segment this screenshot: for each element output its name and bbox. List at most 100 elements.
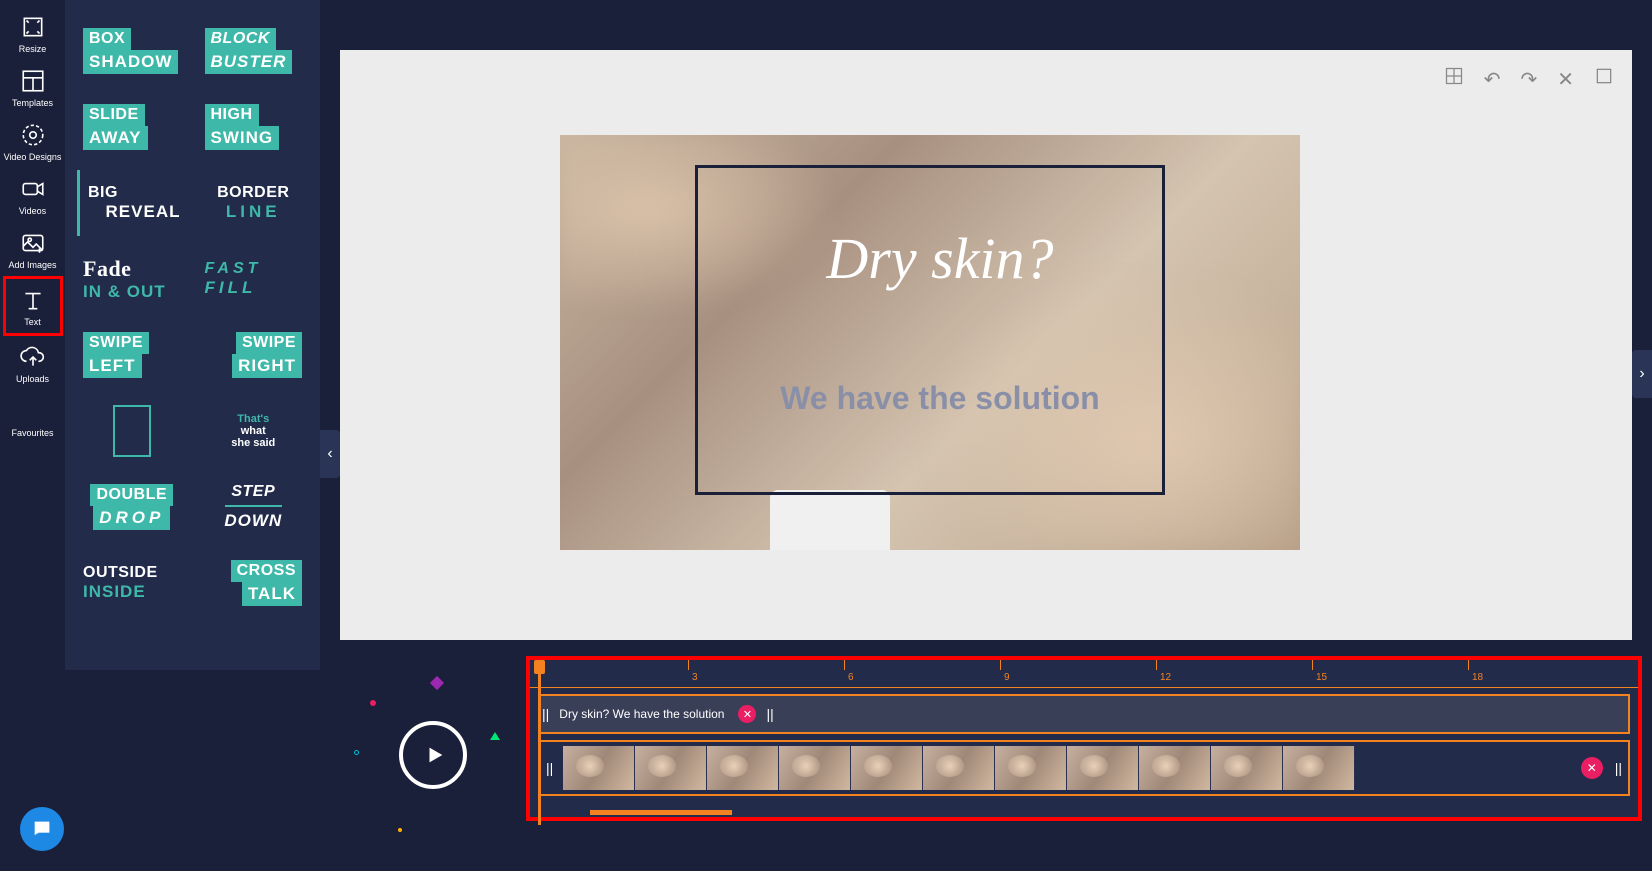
tpl-line: SLIDE — [83, 104, 145, 126]
template-box-shadow[interactable]: BOXSHADOW — [77, 18, 187, 84]
template-step-down[interactable]: STEP DOWN — [199, 474, 309, 540]
tpl-line: That's — [237, 413, 269, 425]
template-block-buster[interactable]: BLOCKBUSTER — [199, 18, 309, 84]
tpl-line: FAST — [205, 260, 303, 278]
tpl-line: BOX — [83, 28, 131, 50]
nav-label: Text — [24, 317, 41, 327]
nav-label: Templates — [12, 98, 53, 108]
videos-icon — [20, 176, 46, 202]
heart-icon — [20, 398, 46, 424]
nav-add-images[interactable]: Add Images — [3, 222, 63, 276]
chat-button[interactable] — [20, 807, 64, 851]
template-swipe-right[interactable]: SWIPERIGHT — [199, 322, 309, 388]
tpl-line: DOUBLE — [90, 484, 173, 506]
template-fast-fill[interactable]: FASTFILL — [199, 246, 309, 312]
video-thumbnail — [635, 746, 707, 790]
tpl-line: LINE — [205, 202, 303, 222]
tpl-line: BORDER — [205, 184, 303, 202]
video-thumbnail — [995, 746, 1067, 790]
text-icon — [20, 287, 46, 313]
tick-label: 3 — [692, 672, 698, 683]
timeline-video-track[interactable]: || ✕ || — [538, 740, 1630, 796]
tpl-line: Fade — [83, 256, 181, 282]
video-thumbnail — [1283, 746, 1355, 790]
template-swipe-left[interactable]: SWIPELEFT — [77, 322, 187, 388]
grid-icon[interactable] — [1444, 66, 1464, 92]
chat-icon — [31, 818, 53, 840]
nav-templates[interactable]: Templates — [3, 60, 63, 114]
template-high-swing[interactable]: HIGHSWING — [199, 94, 309, 160]
tpl-line: BUSTER — [205, 50, 293, 74]
template-fade-in-out[interactable]: FadeIN & OUT — [77, 246, 187, 312]
timeline-ruler[interactable]: 3 6 9 12 15 18 — [530, 660, 1638, 688]
template-slide-away[interactable]: SLIDEAWAY — [77, 94, 187, 160]
template-rect[interactable] — [77, 398, 187, 464]
nav-rail: Resize Templates Video Designs Videos Ad… — [0, 0, 65, 871]
video-subtitle-text[interactable]: We have the solution — [690, 380, 1190, 417]
confetti-icon — [370, 700, 376, 706]
right-expand-handle[interactable]: › — [1632, 350, 1652, 398]
confetti-icon — [354, 750, 359, 755]
delete-text-clip-button[interactable]: ✕ — [738, 705, 756, 723]
video-title-text[interactable]: Dry skin? — [720, 225, 1160, 292]
delete-video-clip-button[interactable]: ✕ — [1581, 757, 1603, 779]
tpl-line: SWIPE — [83, 332, 149, 354]
resize-icon — [20, 14, 46, 40]
clip-handle-left[interactable]: || — [544, 760, 555, 776]
timeline-progress — [590, 810, 732, 815]
nav-uploads[interactable]: Uploads — [3, 336, 63, 390]
timeline-playhead[interactable] — [538, 660, 541, 825]
tpl-line: SWIPE — [236, 332, 302, 354]
text-clip-label: Dry skin? We have the solution — [559, 707, 724, 721]
clip-handle-right[interactable]: || — [764, 706, 775, 722]
template-double-drop[interactable]: DOUBLEDROP — [77, 474, 187, 540]
play-button[interactable] — [399, 721, 467, 789]
nav-video-designs[interactable]: Video Designs — [3, 114, 63, 168]
video-thumbnail — [1211, 746, 1283, 790]
confetti-icon — [430, 676, 444, 690]
nav-text[interactable]: Text — [3, 276, 63, 336]
tpl-line: HIGH — [205, 104, 259, 126]
canvas-controls: ↶ ↷ ✕ — [1444, 66, 1614, 92]
video-thumbnail — [707, 746, 779, 790]
tpl-line: CROSS — [231, 560, 302, 582]
undo-icon[interactable]: ↶ — [1484, 67, 1501, 92]
close-icon[interactable]: ✕ — [1557, 67, 1574, 92]
timeline-text-track[interactable]: || Dry skin? We have the solution ✕ || — [538, 694, 1630, 734]
video-thumbnail — [563, 746, 635, 790]
video-thumbnail — [779, 746, 851, 790]
tpl-line: SHADOW — [83, 50, 178, 74]
video-preview[interactable]: Dry skin? We have the solution — [560, 135, 1300, 550]
tpl-line: DOWN — [205, 511, 303, 531]
tpl-line: STEP — [205, 483, 303, 501]
template-grid: BOXSHADOW BLOCKBUSTER SLIDEAWAY HIGHSWIN… — [77, 18, 308, 616]
text-templates-panel: BOXSHADOW BLOCKBUSTER SLIDEAWAY HIGHSWIN… — [65, 0, 320, 670]
uploads-icon — [20, 344, 46, 370]
clip-handle-right[interactable]: || — [1613, 760, 1624, 776]
tpl-line: SWING — [205, 126, 280, 150]
tick-label: 18 — [1472, 672, 1483, 683]
panel-collapse-handle[interactable]: ‹ — [320, 430, 340, 478]
text-overlay-box[interactable] — [695, 165, 1165, 495]
redo-icon[interactable]: ↷ — [1520, 67, 1537, 92]
template-outside-inside[interactable]: OUTSIDEINSIDE — [77, 550, 187, 616]
timeline: 3 6 9 12 15 18 || Dry skin? We have the … — [526, 656, 1642, 821]
template-cross-talk[interactable]: CROSSTALK — [199, 550, 309, 616]
template-big-reveal[interactable]: BIGREVEAL — [77, 170, 187, 236]
video-thumbnail — [923, 746, 995, 790]
nav-videos[interactable]: Videos — [3, 168, 63, 222]
tpl-line: IN & OUT — [83, 282, 181, 302]
templates-icon — [20, 68, 46, 94]
nav-resize[interactable]: Resize — [3, 6, 63, 60]
clip-handle-left[interactable]: || — [540, 706, 551, 722]
tpl-line: FILL — [205, 278, 303, 298]
template-border-line[interactable]: BORDERLINE — [199, 170, 309, 236]
play-zone — [340, 670, 526, 840]
fullscreen-icon[interactable] — [1594, 66, 1614, 92]
tpl-line: RIGHT — [232, 354, 302, 378]
tpl-line: she said — [231, 437, 275, 449]
template-quote[interactable]: That'swhatshe said — [199, 398, 309, 464]
nav-label: Uploads — [16, 374, 49, 384]
nav-favourites[interactable]: Favourites — [3, 390, 63, 444]
canvas-area: ↶ ↷ ✕ Dry skin? We have the solution — [340, 50, 1632, 640]
